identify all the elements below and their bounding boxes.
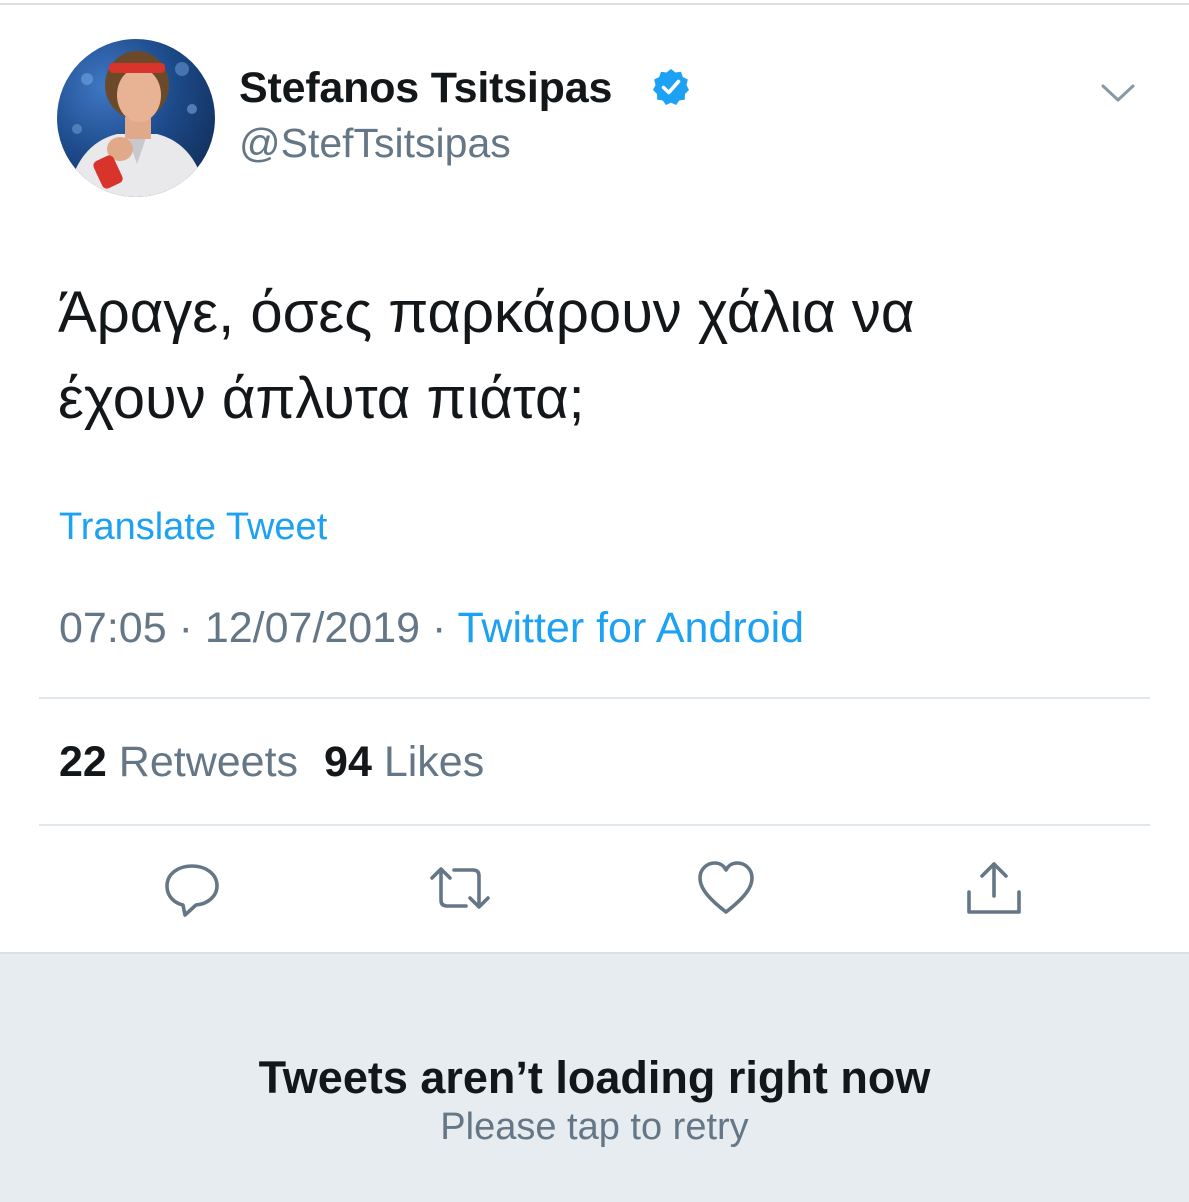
chevron-down-icon[interactable] [1098,78,1138,108]
share-icon [967,862,1021,914]
retweet-icon [430,867,490,909]
reply-button[interactable] [162,858,222,918]
verified-badge-icon [653,69,689,105]
likes-stat[interactable]: 94 Likes [324,738,484,786]
retweets-label: Retweets [118,738,299,786]
like-button[interactable] [696,858,756,918]
tweets-error-banner[interactable]: Tweets aren’t loading right now Please t… [0,952,1189,1202]
retweets-count: 22 [59,738,107,786]
translate-tweet-link[interactable]: Translate Tweet [59,506,327,549]
display-name[interactable]: Stefanos Tsitsipas [239,64,612,113]
reply-icon [165,864,219,917]
tweet-source-link[interactable]: Twitter for Android [458,604,805,652]
tweet-date: 12/07/2019 [204,604,421,652]
likes-label: Likes [383,738,485,786]
tweet-time: 07:05 [59,604,167,652]
retweets-stat[interactable]: 22 Retweets [59,738,298,786]
tweet-text-line: Άραγε, όσες παρκάρουν χάλια να [58,280,915,345]
tweet-metadata: 07:05 · 12/07/2019 · Twitter for Android [59,604,804,653]
share-button[interactable] [964,858,1024,918]
error-title: Tweets aren’t loading right now [258,1052,931,1103]
avatar[interactable] [57,39,215,197]
retry-prompt[interactable]: Please tap to retry [0,1106,1189,1149]
top-divider [0,3,1189,5]
tweet-text-line: έχουν άπλυτα πιάτα; [58,366,585,431]
user-handle[interactable]: @StefTsitsipas [239,120,511,167]
meta-separator: · [432,604,447,652]
meta-separator: · [178,604,193,652]
tweet-stats: 22 Retweets 94 Likes [59,738,484,787]
heart-icon [698,861,754,914]
profile-photo-icon [67,51,207,197]
divider [39,697,1150,699]
retweet-button[interactable] [428,858,490,918]
likes-count: 94 [324,738,372,786]
tweet-text: Άραγε, όσες παρκάρουν χάλια να έχουν άπλ… [58,270,1118,442]
divider [39,824,1150,826]
